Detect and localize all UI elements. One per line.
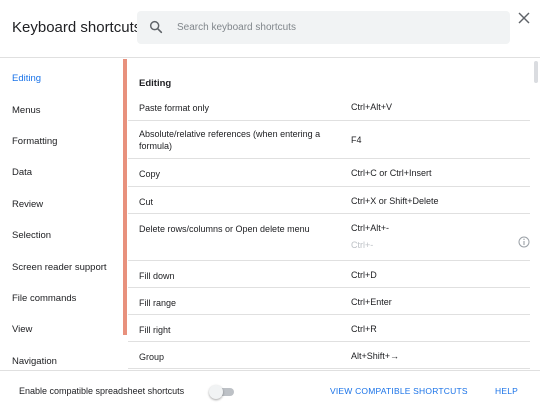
shortcut-keys-unavailable: Ctrl+- [351, 240, 374, 250]
shortcut-row: Copy Ctrl+C or Ctrl+Insert [128, 159, 530, 187]
shortcut-name: Fill right [139, 325, 171, 335]
dialog-footer: Enable compatible spreadsheet shortcuts … [0, 370, 540, 410]
view-compatible-shortcuts-link[interactable]: VIEW COMPATIBLE SHORTCUTS [330, 386, 468, 396]
shortcut-list: Editing Paste format only Ctrl+Alt+V Abs… [128, 59, 540, 370]
shortcut-name: Cut [139, 197, 154, 207]
sidebar-item-navigation[interactable]: Navigation [12, 356, 57, 367]
shortcut-keys: Ctrl+R [351, 324, 377, 334]
shortcut-row: Paste format only Ctrl+Alt+V [128, 93, 530, 121]
shortcut-name: Delete rows/columns or Open delete menu [139, 224, 310, 234]
shortcut-row: Fill range Ctrl+Enter [128, 288, 530, 315]
search-icon [149, 20, 163, 34]
close-icon[interactable] [517, 11, 531, 25]
shortcut-row: Absolute/relative references (when enter… [128, 121, 530, 159]
sidebar-section-indicator [123, 59, 127, 335]
sidebar-item-selection[interactable]: Selection [12, 230, 51, 241]
compatible-shortcuts-toggle[interactable] [209, 385, 235, 399]
toggle-thumb [209, 385, 223, 399]
shortcut-keys: Ctrl+X or Shift+Delete [351, 196, 439, 206]
shortcut-row: Group Alt+Shift+→ [128, 342, 530, 369]
shortcut-name: Group [139, 352, 165, 362]
dialog-header: Keyboard shortcuts [0, 0, 540, 58]
section-title: Editing [139, 78, 172, 89]
shortcut-row: Delete rows/columns or Open delete menu … [128, 214, 530, 261]
shortcut-row: Cut Ctrl+X or Shift+Delete [128, 187, 530, 214]
shortcut-name: Copy [139, 169, 161, 179]
content-scrollbar[interactable] [534, 61, 538, 83]
shortcut-row: Fill down Ctrl+D [128, 261, 530, 288]
dialog-title: Keyboard shortcuts [12, 19, 142, 36]
sidebar-item-data[interactable]: Data [12, 167, 32, 178]
shortcut-name: Fill range [139, 298, 177, 308]
compatible-shortcuts-label: Enable compatible spreadsheet shortcuts [19, 386, 185, 396]
shortcut-keys: Ctrl+D [351, 270, 377, 280]
category-sidebar: Editing Menus Formatting Data Review Sel… [0, 59, 126, 370]
sidebar-item-review[interactable]: Review [12, 199, 43, 210]
search-input[interactable] [177, 11, 497, 44]
shortcut-keys: Alt+Shift+→ [351, 351, 400, 361]
shortcut-keys: Ctrl+Enter [351, 297, 392, 307]
sidebar-item-view[interactable]: View [12, 324, 32, 335]
shortcut-keys: F4 [351, 135, 362, 145]
sidebar-item-menus[interactable]: Menus [12, 105, 41, 116]
shortcut-row: Fill right Ctrl+R [128, 315, 530, 342]
sidebar-item-screen-reader-support[interactable]: Screen reader support [12, 262, 107, 273]
shortcut-keys: Ctrl+Alt+V [351, 102, 393, 112]
shortcut-keys: Ctrl+Alt+- [351, 223, 390, 233]
help-link[interactable]: HELP [495, 386, 518, 396]
shortcut-name: Fill down [139, 271, 175, 281]
search-box[interactable] [137, 11, 510, 44]
sidebar-item-editing[interactable]: Editing [12, 73, 41, 84]
sidebar-item-file-commands[interactable]: File commands [12, 293, 76, 304]
shortcut-name: Absolute/relative references (when enter… [139, 129, 321, 151]
shortcut-keys: Ctrl+C or Ctrl+Insert [351, 168, 432, 178]
info-icon[interactable] [518, 236, 530, 248]
shortcut-name: Paste format only [139, 103, 210, 113]
sidebar-item-formatting[interactable]: Formatting [12, 136, 57, 147]
